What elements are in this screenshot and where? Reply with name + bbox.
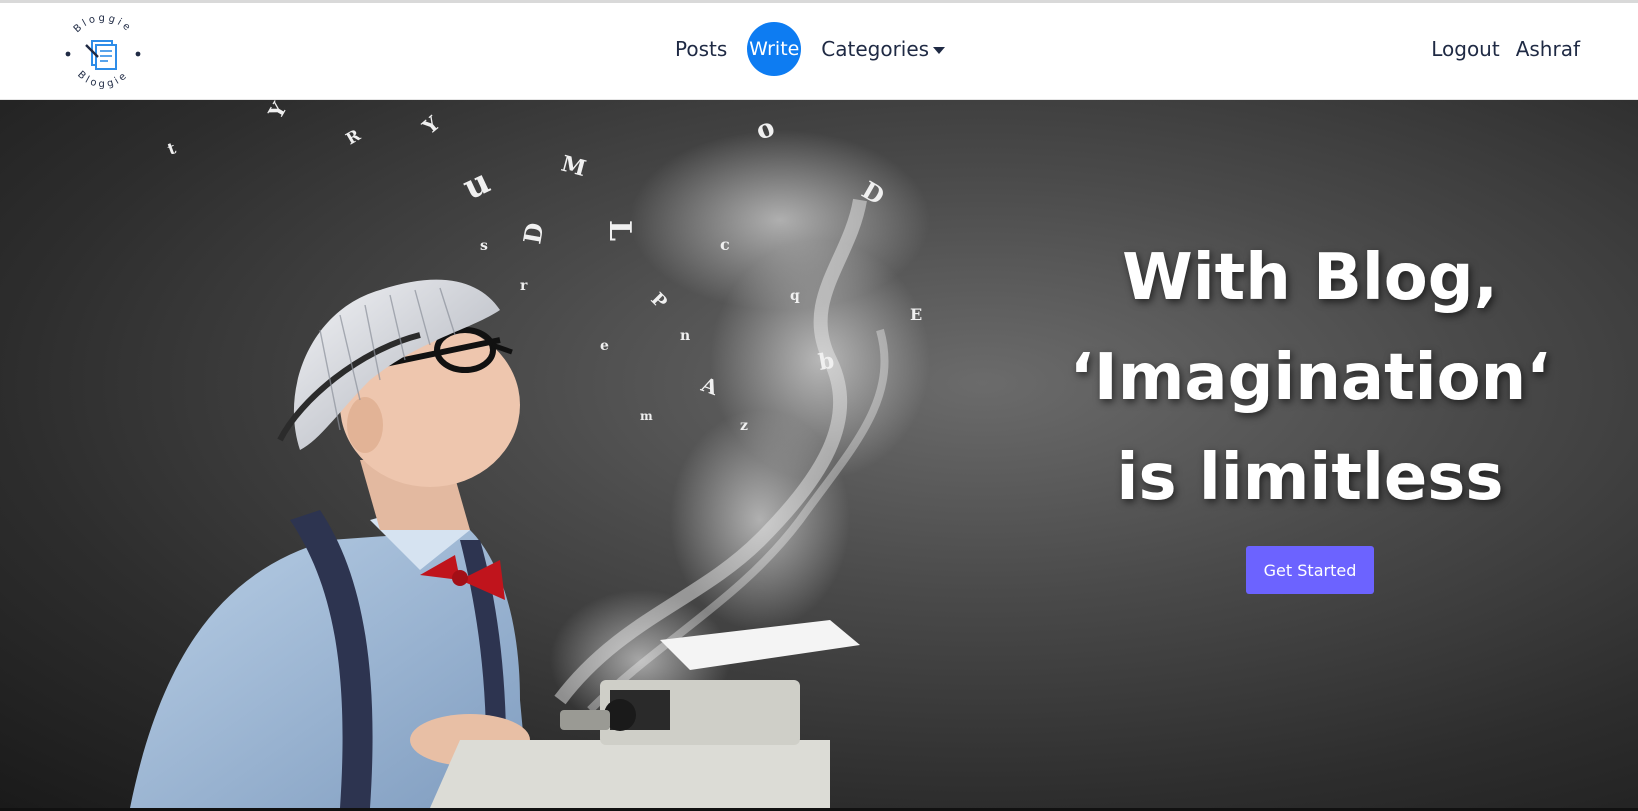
hero-banner: u D L o D M Y Y A b E R t P c n e z r s … bbox=[0, 100, 1638, 808]
svg-text:s: s bbox=[480, 238, 488, 254]
user-profile-link[interactable]: Ashraf bbox=[1508, 37, 1588, 61]
svg-text:L: L bbox=[602, 220, 637, 241]
svg-text:n: n bbox=[680, 328, 690, 344]
nav-write-link[interactable]: Write bbox=[747, 22, 802, 76]
svg-text:M: M bbox=[558, 151, 588, 182]
svg-text:R: R bbox=[343, 125, 365, 148]
get-started-button[interactable]: Get Started bbox=[1246, 546, 1374, 594]
nav-categories-dropdown[interactable]: Categories bbox=[811, 37, 955, 61]
svg-text:z: z bbox=[740, 418, 748, 434]
user-nav: Logout Ashraf bbox=[1423, 21, 1588, 77]
logout-link[interactable]: Logout bbox=[1423, 37, 1507, 61]
svg-text:r: r bbox=[520, 278, 528, 294]
svg-text:q: q bbox=[790, 288, 800, 304]
svg-text:c: c bbox=[720, 235, 730, 254]
svg-text:E: E bbox=[910, 305, 922, 324]
svg-text:D: D bbox=[517, 221, 549, 247]
nav-posts-link[interactable]: Posts bbox=[665, 37, 737, 61]
primary-nav: Posts Write Categories bbox=[665, 21, 955, 77]
bloggie-logo-icon: Bloggie Bloggie bbox=[65, 13, 141, 90]
svg-text:Bloggie: Bloggie bbox=[72, 13, 134, 35]
hero-headline-line-2: ‘Imagination‘ bbox=[1069, 341, 1551, 415]
svg-text:P: P bbox=[646, 289, 671, 314]
svg-text:u: u bbox=[457, 161, 496, 208]
svg-text:m: m bbox=[640, 409, 653, 423]
svg-text:e: e bbox=[600, 338, 609, 354]
brand-logo[interactable]: Bloggie Bloggie bbox=[60, 11, 146, 97]
hero-headline-line-3: is limitless bbox=[1116, 441, 1504, 515]
hero-text-block: With Blog, ‘Imagination‘ is limitless Ge… bbox=[1040, 228, 1580, 594]
svg-text:Y: Y bbox=[263, 100, 292, 123]
svg-text:Y: Y bbox=[417, 111, 445, 140]
svg-text:t: t bbox=[165, 138, 179, 159]
svg-text:Bloggie: Bloggie bbox=[75, 69, 131, 90]
hero-headline-line-1: With Blog, bbox=[1122, 241, 1498, 315]
caret-down-icon bbox=[933, 47, 946, 54]
navbar: Bloggie Bloggie Posts Write Categories L… bbox=[0, 3, 1638, 100]
nav-categories-label: Categories bbox=[821, 37, 930, 61]
